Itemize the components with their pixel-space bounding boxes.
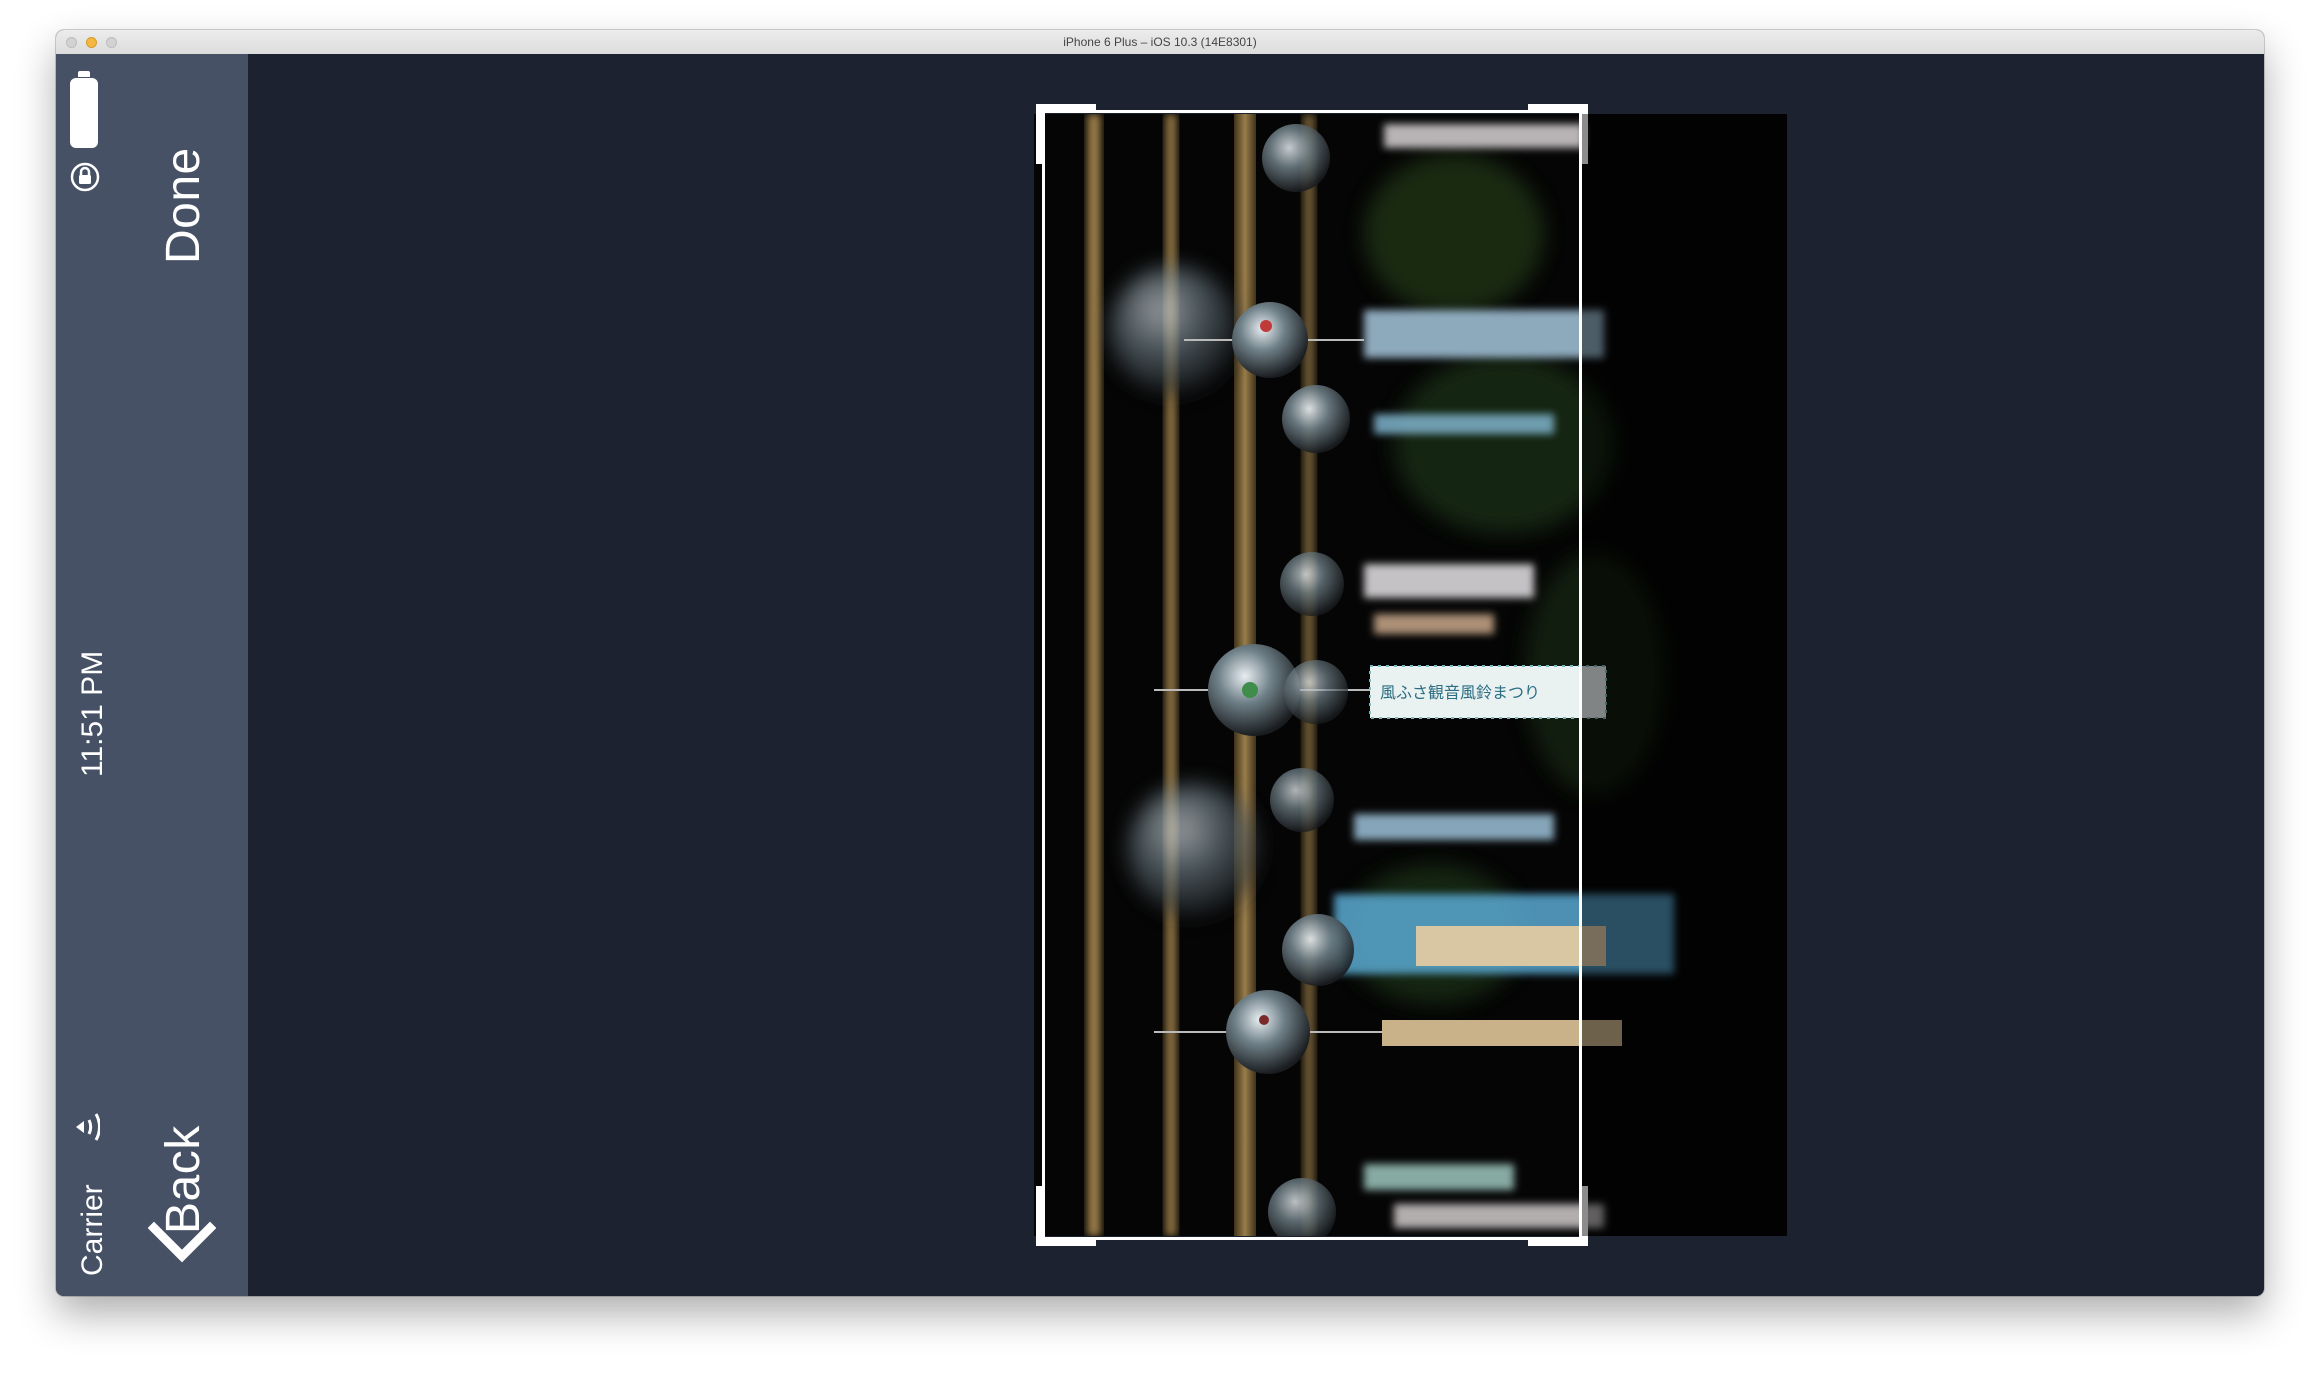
crop-outside-overlay <box>1582 114 1787 1236</box>
wifi-icon <box>76 1113 100 1141</box>
crop-handle-top-left[interactable] <box>1036 104 1096 164</box>
orientation-lock-icon <box>70 162 100 192</box>
back-button[interactable]: Back <box>156 1125 211 1234</box>
title-bar: iPhone 6 Plus – iOS 10.3 (14E8301) <box>56 30 2264 55</box>
status-time: 11:51 PM <box>76 650 109 777</box>
chevron-left-icon[interactable] <box>148 1220 216 1266</box>
crop-handle-bottom-right[interactable] <box>1528 1186 1588 1246</box>
crop-frame[interactable] <box>1036 104 1588 1246</box>
simulator-window: iPhone 6 Plus – iOS 10.3 (14E8301) 11:51… <box>56 30 2264 1296</box>
device-screen: 11:51 PM Carrier Done Back 風ふさ観音風鈴まつり <box>56 54 2264 1296</box>
rotated-navigation-bar: 11:51 PM Carrier Done Back <box>56 54 248 1296</box>
status-carrier: Carrier <box>76 1184 109 1276</box>
crop-handle-top-right[interactable] <box>1528 104 1588 164</box>
done-button[interactable]: Done <box>156 147 211 264</box>
window-title: iPhone 6 Plus – iOS 10.3 (14E8301) <box>1063 35 1257 49</box>
crop-handle-bottom-left[interactable] <box>1036 1186 1096 1246</box>
